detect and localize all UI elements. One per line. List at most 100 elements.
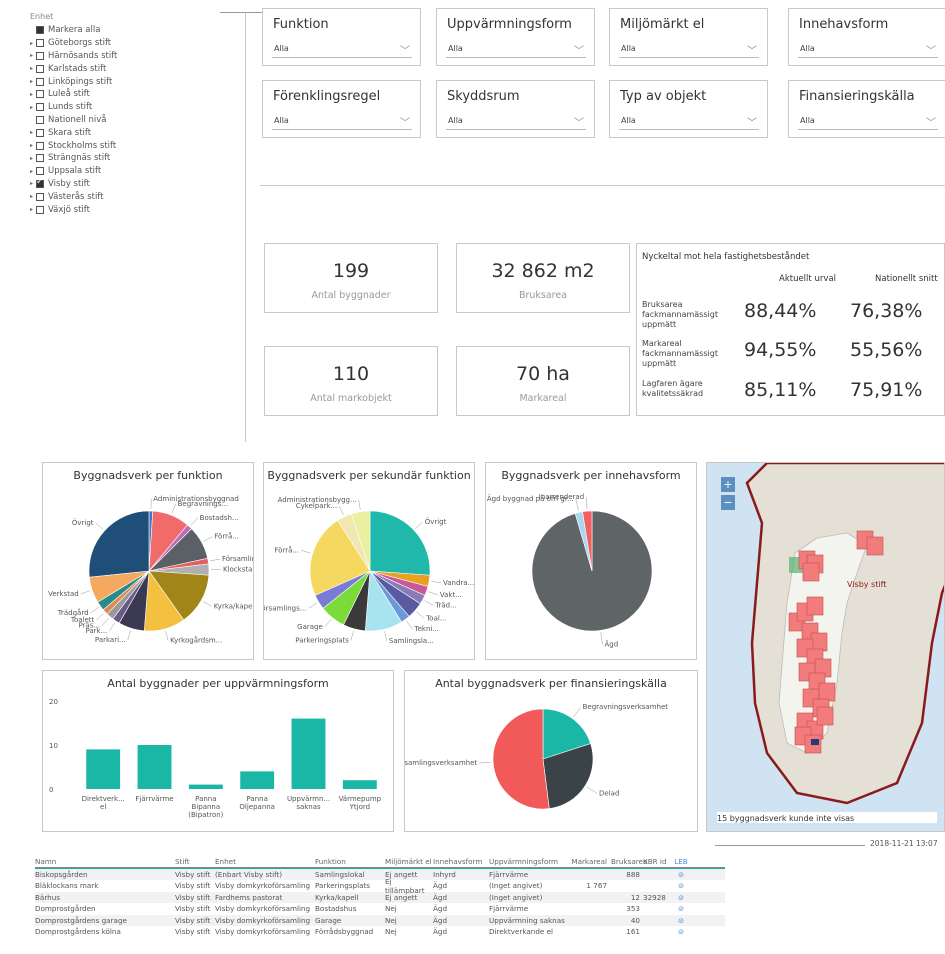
checkbox[interactable] (36, 26, 44, 35)
pie-slice[interactable] (88, 510, 150, 578)
checkbox[interactable] (36, 64, 44, 73)
checkbox[interactable] (36, 177, 44, 188)
map-marker[interactable] (802, 562, 820, 582)
data-table[interactable]: Namn Stift Enhet Funktion Miljömärkt el Inneh… (35, 856, 725, 938)
chevron-down-icon[interactable]: ﹀ (574, 114, 584, 129)
link-icon[interactable]: ⊘ (671, 893, 691, 902)
tree-item[interactable]: ▸ Växjö stift (30, 203, 245, 216)
chart-innehavsform[interactable]: Byggnadsverk per innehavsform Ägd Ägd byg… (485, 462, 697, 660)
tree-item[interactable]: Nationell nivå (30, 114, 245, 127)
zoom-in-button[interactable]: + (721, 477, 735, 492)
bar-chart-uppvarmningsform[interactable]: 20100Direktverk...elFjärrvärme PannaBipan… (43, 671, 394, 832)
checkbox[interactable] (36, 103, 44, 112)
tree-item[interactable]: ▸ Karlstads stift (30, 62, 245, 75)
tree-item[interactable]: ▸Visby stift (30, 177, 245, 191)
pie-chart-innehavsform[interactable]: ÄgdÄgd byggnad på ofri gr...Inarrenderad (486, 463, 697, 660)
checkbox[interactable] (36, 90, 44, 99)
chevron-down-icon[interactable]: ﹀ (747, 114, 757, 129)
table-row[interactable]: Bärhus Visby stift Fardhems pastorat Kyrka/… (35, 891, 725, 903)
map-marker[interactable] (818, 682, 836, 702)
map-marker[interactable] (806, 596, 824, 616)
checkbox[interactable] (36, 115, 44, 124)
map-canvas[interactable]: Visby stift (707, 463, 945, 832)
chart-finansieringskalla[interactable]: Antal byggnadsverk per finansieringskäll… (404, 670, 698, 832)
table-row[interactable]: Bläklockans mark Visby stift Visby domkyrk… (35, 877, 725, 895)
filter-dropdown[interactable]: Alla ﹀ (446, 114, 586, 130)
column-header[interactable]: Innehavsform (433, 857, 489, 866)
tree-item[interactable]: ▸ Göteborgs stift (30, 37, 245, 50)
column-header[interactable]: Bruksarea (611, 857, 647, 866)
column-header[interactable]: LEB (671, 857, 691, 866)
table-row[interactable]: Domprostgården Visby stift Visby domkyrkof… (35, 903, 725, 915)
column-header[interactable]: Stift (175, 857, 215, 866)
tree-item[interactable]: ▸ Skara stift (30, 126, 245, 139)
column-header[interactable]: Funktion (315, 857, 385, 866)
chevron-down-icon[interactable]: ﹀ (926, 114, 936, 129)
link-icon[interactable]: ⊘ (671, 927, 691, 936)
link-icon[interactable]: ⊘ (671, 904, 691, 913)
filter-dropdown[interactable]: Alla ﹀ (798, 114, 938, 130)
pie-chart-finansieringskalla[interactable]: Begravningsverksamhet Delad Församlingsver… (405, 671, 698, 832)
column-header[interactable]: KBR id (643, 857, 671, 866)
checkbox[interactable] (36, 39, 44, 48)
filter-dropdown[interactable]: Alla ﹀ (272, 42, 412, 58)
filter-dropdown[interactable]: Alla ﹀ (619, 42, 759, 58)
chevron-down-icon[interactable]: ﹀ (574, 42, 584, 57)
link-icon[interactable]: ⊘ (671, 870, 691, 879)
tree-item[interactable]: Markera alla (30, 24, 245, 37)
chevron-down-icon[interactable]: ﹀ (400, 42, 410, 57)
map-marker[interactable] (810, 632, 828, 652)
link-icon[interactable]: ⊘ (671, 916, 691, 925)
chevron-down-icon[interactable]: ﹀ (926, 42, 936, 57)
checkbox[interactable] (36, 51, 44, 60)
tree-item[interactable]: ▸ Uppsala stift (30, 165, 245, 178)
pie-slice[interactable] (492, 708, 550, 810)
tree-item[interactable]: ▸ Västerås stift (30, 190, 245, 203)
tree-item[interactable]: ▸ Luleå stift (30, 88, 245, 101)
checkbox[interactable] (36, 141, 44, 150)
tree-item[interactable]: ▸ Stockholms stift (30, 139, 245, 152)
zoom-out-button[interactable]: − (721, 495, 735, 510)
chevron-down-icon[interactable]: ﹀ (400, 114, 410, 129)
bar[interactable] (86, 749, 121, 789)
bar[interactable] (342, 780, 377, 789)
pie-slice[interactable] (369, 510, 431, 576)
pie-chart-sekundar-funktion[interactable]: Övrigt Vandra... Vakt... Träd... Toal... Tekn… (264, 463, 475, 660)
bar[interactable] (188, 784, 223, 789)
filter-dropdown[interactable]: Alla ﹀ (798, 42, 938, 58)
chart-funktion[interactable]: Byggnadsverk per funktion Administration… (42, 462, 254, 660)
bar[interactable] (291, 718, 326, 789)
table-row[interactable]: Domprostgårdens kölna Visby stift Visby do… (35, 926, 725, 938)
checkbox[interactable] (36, 167, 44, 176)
link-icon[interactable]: ⊘ (671, 881, 691, 890)
table-row[interactable]: Biskopsgården Visby stift (Enbart Visby st… (35, 868, 725, 880)
chart-sekundar-funktion[interactable]: Byggnadsverk per sekundär funktion Övrig… (263, 462, 475, 660)
filter-dropdown[interactable]: Alla ﹀ (446, 42, 586, 58)
tree-item[interactable]: ▸ Härnösands stift (30, 50, 245, 63)
bar[interactable] (240, 771, 275, 789)
map-selected-marker[interactable] (811, 739, 819, 745)
column-header[interactable]: Enhet (215, 857, 315, 866)
chevron-down-icon[interactable]: ﹀ (747, 42, 757, 57)
checkbox[interactable] (36, 77, 44, 86)
chart-uppvarmningsform[interactable]: Antal byggnader per uppvärmningsform 20 1… (42, 670, 394, 832)
map-marker[interactable] (816, 706, 834, 726)
checkbox[interactable] (36, 154, 44, 163)
filter-dropdown[interactable]: Alla ﹀ (272, 114, 412, 130)
checkbox[interactable] (36, 205, 44, 214)
column-header[interactable]: Namn (35, 857, 175, 866)
pie-chart-funktion[interactable]: AdministrationsbyggnadBegravnings...Bost… (43, 463, 254, 660)
map-marker[interactable] (866, 536, 884, 556)
filter-dropdown[interactable]: Alla ﹀ (619, 114, 759, 130)
map-visual[interactable]: Visby stift + − 15 byggnadsverk kunde in… (706, 462, 945, 832)
tree-item[interactable]: ▸ Strängnäs stift (30, 152, 245, 165)
column-header[interactable]: Markareal (571, 857, 611, 866)
tree-item[interactable]: ▸ Linköpings stift (30, 75, 245, 88)
column-header[interactable]: Uppvärmningsform (489, 857, 571, 866)
table-row[interactable]: Domprostgårdens garage Visby stift Visby d… (35, 914, 725, 926)
checkbox[interactable] (36, 128, 44, 137)
checkbox[interactable] (36, 192, 44, 201)
tree-item[interactable]: ▸ Lunds stift (30, 101, 245, 114)
column-header[interactable]: Miljömärkt el (385, 857, 433, 866)
bar[interactable] (137, 745, 172, 789)
